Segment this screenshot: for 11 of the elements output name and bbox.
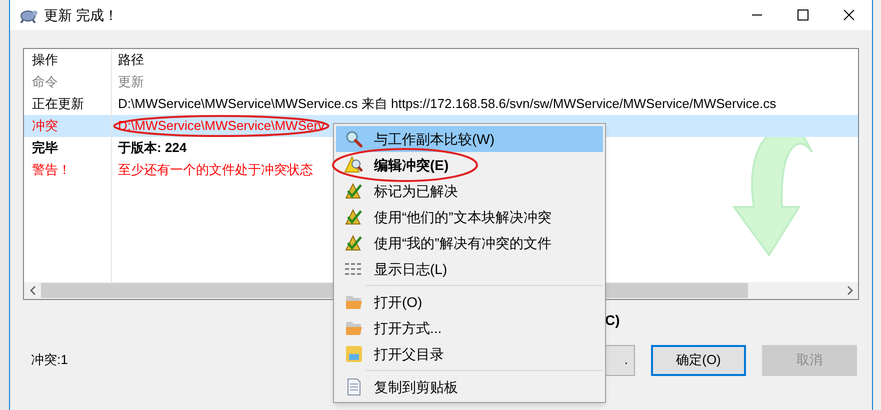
window-title: 更新 完成！ — [44, 6, 118, 24]
path-cell-text: D:\MWService\MWService\MWService.cs 来自 https://172.168.58.6/svn/sw/MWService/MWService/MWService.cs — [117, 95, 776, 114]
action-cell: 完毕 — [24, 137, 112, 159]
path-cell-text: 更新 — [117, 73, 144, 92]
action-cell: 冲突 — [24, 115, 112, 137]
conflict-count: 冲突:1 — [30, 351, 68, 370]
path-cell-text: 于版本: 224 — [117, 139, 187, 158]
action-cell: 命令 — [24, 71, 112, 93]
action-cell: 警告！ — [24, 159, 112, 181]
path-cell-text: 至少还有一个的文件处于冲突状态 — [117, 161, 313, 180]
label-fragment: C) — [605, 310, 620, 330]
